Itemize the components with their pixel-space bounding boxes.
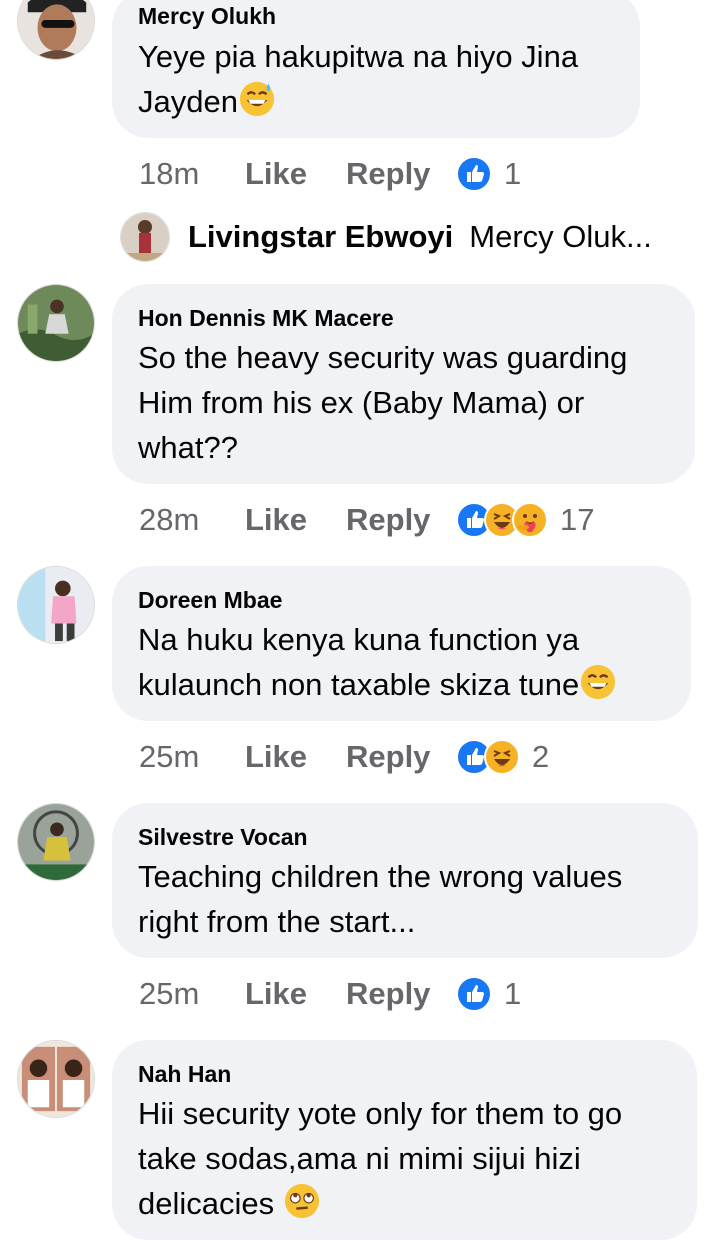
like-reaction-icon: [456, 156, 492, 192]
comment-text: Na huku kenya kuna function ya kulaunch …: [138, 617, 617, 707]
comment-bubble: Doreen Mbae Na huku kenya kuna function …: [112, 566, 691, 721]
avatar[interactable]: [17, 566, 95, 644]
reply-author: Livingstar Ebwoyi: [188, 219, 454, 254]
reply-button[interactable]: Reply: [346, 976, 456, 1012]
comment-text-body: Yeye pia hakupitwa na hiyo Jina Jayden: [138, 39, 579, 119]
comment-author[interactable]: Nah Han: [138, 1060, 231, 1088]
care-reaction-icon: [512, 502, 548, 538]
comment-timestamp: 25m: [139, 739, 200, 774]
reply-button[interactable]: Reply: [346, 156, 456, 192]
comment-actions: 25m Like Reply 1: [139, 974, 521, 1014]
avatar[interactable]: [17, 1040, 95, 1118]
reaction-count: 1: [504, 156, 522, 191]
reaction-count: 1: [504, 976, 522, 1011]
like-button[interactable]: Like: [245, 976, 346, 1012]
comment-bubble: Silvestre Vocan Teaching children the wr…: [112, 803, 698, 958]
reaction-summary[interactable]: 17: [456, 502, 594, 538]
comment-actions: 18m Like Reply 1: [139, 154, 521, 194]
reaction-summary[interactable]: 2: [456, 739, 549, 775]
haha-reaction-icon: [484, 739, 520, 775]
avatar[interactable]: [17, 0, 95, 60]
avatar: [120, 212, 170, 262]
comment-text: Hii security yote only for them to go ta…: [138, 1091, 622, 1226]
grinning-emoji-icon: [581, 664, 616, 700]
reply-button[interactable]: Reply: [346, 739, 456, 775]
comment-text: Teaching children the wrong values right…: [138, 859, 623, 939]
comment-bubble: Hon Dennis MK Macere So the heavy securi…: [112, 284, 695, 484]
rolling-eyes-emoji-icon: [284, 1183, 319, 1219]
comment-bubble: Nah Han Hii security yote only for them …: [112, 1040, 697, 1240]
reply-button[interactable]: Reply: [346, 502, 456, 538]
comment-timestamp: 28m: [139, 502, 200, 537]
comment-text: Yeye pia hakupitwa na hiyo Jina Jayden: [138, 34, 578, 124]
avatar[interactable]: [17, 803, 95, 881]
reaction-summary[interactable]: 1: [456, 156, 521, 192]
profile-photo-icon: [18, 567, 94, 643]
like-button[interactable]: Like: [245, 739, 346, 775]
profile-photo-icon: [18, 285, 94, 361]
comment-author[interactable]: Hon Dennis MK Macere: [138, 304, 394, 332]
profile-photo-icon: [18, 804, 94, 880]
like-button[interactable]: Like: [245, 156, 346, 192]
profile-photo-icon: [121, 213, 169, 261]
comment-text-body: Hii security yote only for them to go ta…: [138, 1096, 623, 1221]
comment-author[interactable]: Doreen Mbae: [138, 586, 282, 614]
profile-photo-icon: [18, 0, 94, 59]
grinning-sweat-emoji-icon: [239, 81, 275, 117]
reply-preview[interactable]: Livingstar Ebwoyi Mercy Oluk...: [120, 212, 652, 262]
profile-photo-icon: [18, 1041, 94, 1117]
comment-actions: 25m Like Reply 2: [139, 737, 549, 777]
comment-bubble: Mercy Olukh Yeye pia hakupitwa na hiyo J…: [112, 0, 640, 138]
comment-text: So the heavy security was guarding Him f…: [138, 340, 628, 465]
comment-timestamp: 25m: [139, 976, 200, 1011]
comment-timestamp: 18m: [139, 156, 200, 191]
reply-snippet: Mercy Oluk...: [469, 219, 652, 254]
reaction-count: 17: [560, 502, 595, 537]
comment-author[interactable]: Mercy Olukh: [138, 2, 276, 30]
comment-actions: 28m Like Reply 17: [139, 500, 594, 540]
avatar[interactable]: [17, 284, 95, 362]
comment-text-body: Na huku kenya kuna function ya kulaunch …: [138, 622, 580, 702]
comment-author[interactable]: Silvestre Vocan: [138, 823, 308, 851]
like-button[interactable]: Like: [245, 502, 346, 538]
reaction-summary[interactable]: 1: [456, 976, 521, 1012]
reaction-count: 2: [532, 739, 550, 774]
like-reaction-icon: [456, 976, 492, 1012]
